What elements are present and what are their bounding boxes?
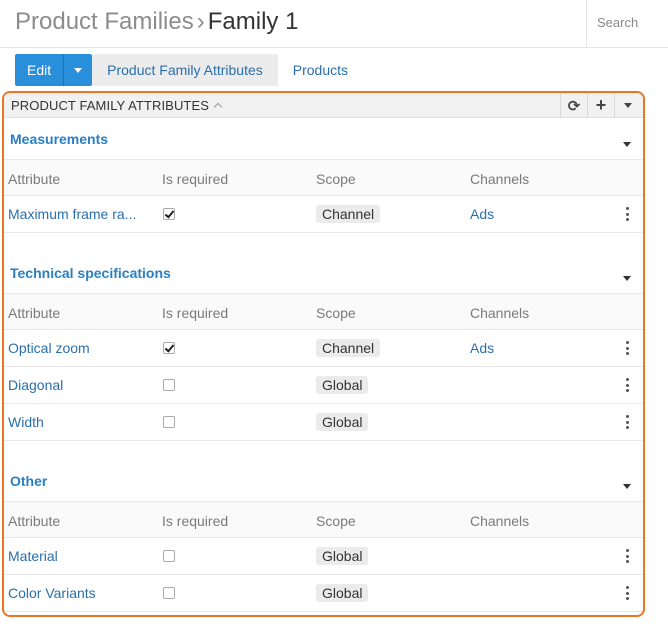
- column-header-attribute: Attribute: [8, 305, 61, 321]
- is-required-checkbox[interactable]: [163, 208, 175, 220]
- panel-title: PRODUCT FAMILY ATTRIBUTES: [11, 98, 210, 113]
- table-row: Color Variants Global: [4, 575, 643, 612]
- chevron-up-icon: [213, 102, 223, 112]
- caret-down-icon: [624, 103, 632, 108]
- attribute-link[interactable]: Diagonal: [8, 377, 63, 393]
- row-actions-icon[interactable]: [625, 341, 629, 355]
- scope-badge: Global: [316, 413, 369, 431]
- column-header-is-required: Is required: [162, 305, 229, 321]
- scope-badge: Global: [316, 376, 369, 394]
- channel-link[interactable]: Ads: [470, 340, 494, 356]
- add-button[interactable]: +: [587, 93, 614, 118]
- panel-header: PRODUCT FAMILY ATTRIBUTES ⟳ +: [4, 93, 643, 118]
- attribute-link[interactable]: Maximum frame ra...: [8, 206, 136, 222]
- refresh-button[interactable]: ⟳: [560, 93, 587, 118]
- attribute-link[interactable]: Material: [8, 548, 58, 564]
- search-input[interactable]: [597, 15, 665, 30]
- panel-menu-button[interactable]: [614, 93, 641, 118]
- breadcrumb: Product Families › Family 1: [15, 8, 298, 36]
- tab-products[interactable]: Products: [278, 54, 363, 86]
- caret-down-icon: [74, 67, 83, 73]
- table-header-row: Attribute Is required Scope Channels: [4, 501, 643, 538]
- is-required-checkbox[interactable]: [163, 416, 175, 428]
- column-header-is-required: Is required: [162, 171, 229, 187]
- attribute-link[interactable]: Width: [8, 414, 44, 430]
- panel-title-toggle[interactable]: PRODUCT FAMILY ATTRIBUTES: [11, 98, 223, 113]
- page-header: Product Families › Family 1: [0, 0, 668, 48]
- table-header-row: Attribute Is required Scope Channels: [4, 159, 643, 196]
- column-header-channels: Channels: [470, 171, 530, 187]
- scope-badge: Global: [316, 547, 369, 565]
- group-collapse-icon[interactable]: [623, 276, 631, 281]
- table-row: Maximum frame ra... Channel Ads: [4, 196, 643, 233]
- breadcrumb-separator: ›: [196, 8, 205, 35]
- is-required-checkbox[interactable]: [163, 587, 175, 599]
- column-header-channels: Channels: [470, 513, 530, 529]
- row-actions-icon[interactable]: [625, 378, 629, 392]
- attribute-link[interactable]: Color Variants: [8, 585, 96, 601]
- column-header-attribute: Attribute: [8, 171, 61, 187]
- is-required-checkbox[interactable]: [163, 550, 175, 562]
- attribute-link[interactable]: Optical zoom: [8, 340, 90, 356]
- group-collapse-icon[interactable]: [623, 484, 631, 489]
- column-header-attribute: Attribute: [8, 513, 61, 529]
- group-collapse-icon[interactable]: [623, 142, 631, 147]
- row-actions-icon[interactable]: [625, 549, 629, 563]
- column-header-scope: Scope: [316, 513, 356, 529]
- group-title-technical-specifications: Technical specifications: [10, 265, 171, 281]
- toolbar: Edit Product Family Attributes Products: [15, 54, 363, 86]
- is-required-checkbox[interactable]: [163, 342, 175, 354]
- table-header-row: Attribute Is required Scope Channels: [4, 293, 643, 330]
- column-header-scope: Scope: [316, 171, 356, 187]
- edit-dropdown-toggle[interactable]: [63, 54, 93, 86]
- scope-badge: Global: [316, 584, 369, 602]
- plus-icon: +: [595, 95, 607, 115]
- table-row: Diagonal Global: [4, 367, 643, 404]
- column-header-scope: Scope: [316, 305, 356, 321]
- product-family-attributes-panel: PRODUCT FAMILY ATTRIBUTES ⟳ + Measuremen…: [2, 91, 645, 617]
- column-header-channels: Channels: [470, 305, 530, 321]
- table-row: Width Global: [4, 404, 643, 441]
- page-title: Family 1: [207, 8, 299, 35]
- scope-badge: Channel: [316, 339, 381, 357]
- row-actions-icon[interactable]: [625, 207, 629, 221]
- channel-link[interactable]: Ads: [470, 206, 494, 222]
- row-actions-icon[interactable]: [625, 586, 629, 600]
- column-header-is-required: Is required: [162, 513, 229, 529]
- row-actions-icon[interactable]: [625, 415, 629, 429]
- table-row: Material Global: [4, 538, 643, 575]
- tab-product-family-attributes[interactable]: Product Family Attributes: [92, 54, 278, 86]
- search-area: [586, 0, 668, 47]
- group-title-measurements: Measurements: [10, 131, 109, 147]
- is-required-checkbox[interactable]: [163, 379, 175, 391]
- scope-badge: Channel: [316, 205, 381, 223]
- breadcrumb-parent-link[interactable]: Product Families: [15, 8, 194, 35]
- edit-button[interactable]: Edit: [15, 54, 64, 86]
- refresh-icon: ⟳: [567, 97, 581, 115]
- table-row: Optical zoom Channel Ads: [4, 330, 643, 367]
- group-title-other: Other: [10, 473, 48, 489]
